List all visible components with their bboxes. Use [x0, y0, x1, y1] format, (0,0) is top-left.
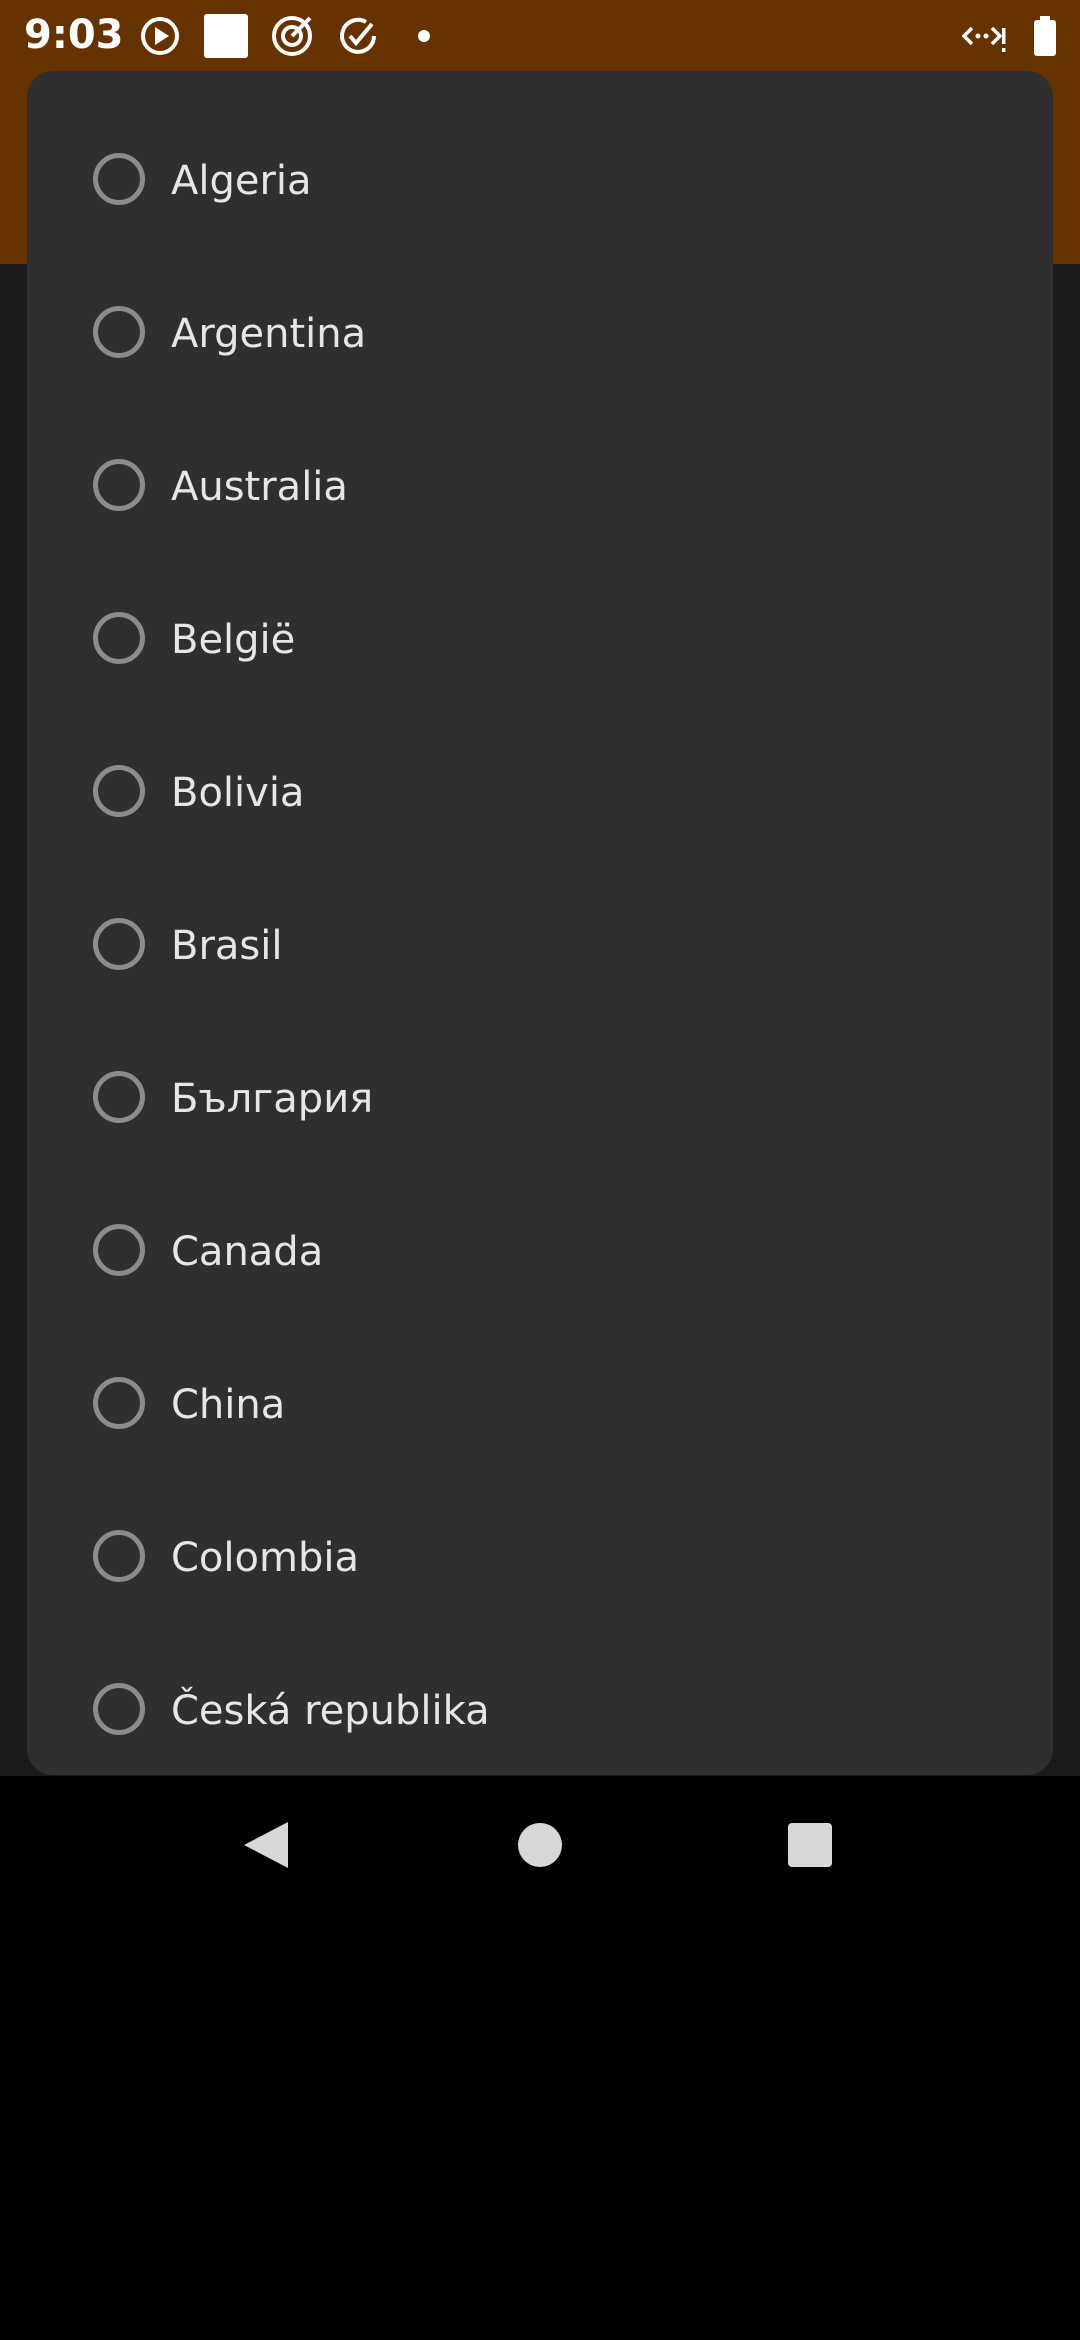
radio-button[interactable]	[93, 765, 145, 817]
navigation-bar	[0, 1776, 1080, 1916]
radio-button[interactable]	[93, 306, 145, 358]
radio-button[interactable]	[93, 1530, 145, 1582]
option-bulgaria[interactable]: България	[27, 1024, 1053, 1177]
option-label: Algeria	[171, 158, 312, 204]
option-brasil[interactable]: Brasil	[27, 871, 1053, 1024]
option-label: Australia	[171, 464, 348, 510]
country-picker-dialog: Algeria Argentina Australia België Boliv…	[27, 71, 1053, 1775]
option-label: China	[171, 1382, 286, 1428]
radio-button[interactable]	[93, 1683, 145, 1735]
network-icon	[962, 14, 1006, 58]
option-label: Česká republika	[171, 1688, 490, 1734]
back-icon[interactable]	[222, 1800, 312, 1890]
screen: 9:03 Algeria Argentina Australia België …	[0, 0, 1080, 2340]
option-colombia[interactable]: Colombia	[27, 1483, 1053, 1636]
option-label: Bolivia	[171, 770, 305, 816]
dot-icon	[402, 14, 446, 58]
check-circle-icon	[336, 14, 380, 58]
radio-button[interactable]	[93, 1224, 145, 1276]
radio-button[interactable]	[93, 612, 145, 664]
option-bolivia[interactable]: Bolivia	[27, 718, 1053, 871]
option-china[interactable]: China	[27, 1330, 1053, 1483]
radio-button[interactable]	[93, 459, 145, 511]
option-label: Colombia	[171, 1535, 359, 1581]
option-australia[interactable]: Australia	[27, 412, 1053, 565]
radio-button[interactable]	[93, 1377, 145, 1429]
radio-button[interactable]	[93, 1071, 145, 1123]
recents-icon[interactable]	[765, 1800, 855, 1890]
option-label: Brasil	[171, 923, 283, 969]
option-label: България	[171, 1076, 374, 1122]
battery-icon	[1024, 14, 1068, 58]
option-belgie[interactable]: België	[27, 565, 1053, 718]
home-icon[interactable]	[495, 1800, 585, 1890]
status-time: 9:03	[24, 12, 124, 58]
option-argentina[interactable]: Argentina	[27, 259, 1053, 412]
play-circle-icon	[138, 14, 182, 58]
white-square-icon	[204, 14, 248, 58]
option-label: België	[171, 617, 296, 663]
option-algeria[interactable]: Algeria	[27, 106, 1053, 259]
option-ceska-republika[interactable]: Česká republika	[27, 1636, 1053, 1775]
option-label: Canada	[171, 1229, 324, 1275]
option-canada[interactable]: Canada	[27, 1177, 1053, 1330]
option-label: Argentina	[171, 311, 367, 357]
target-icon	[270, 14, 314, 58]
status-bar: 9:03	[0, 0, 1080, 70]
radio-button[interactable]	[93, 153, 145, 205]
radio-button[interactable]	[93, 918, 145, 970]
